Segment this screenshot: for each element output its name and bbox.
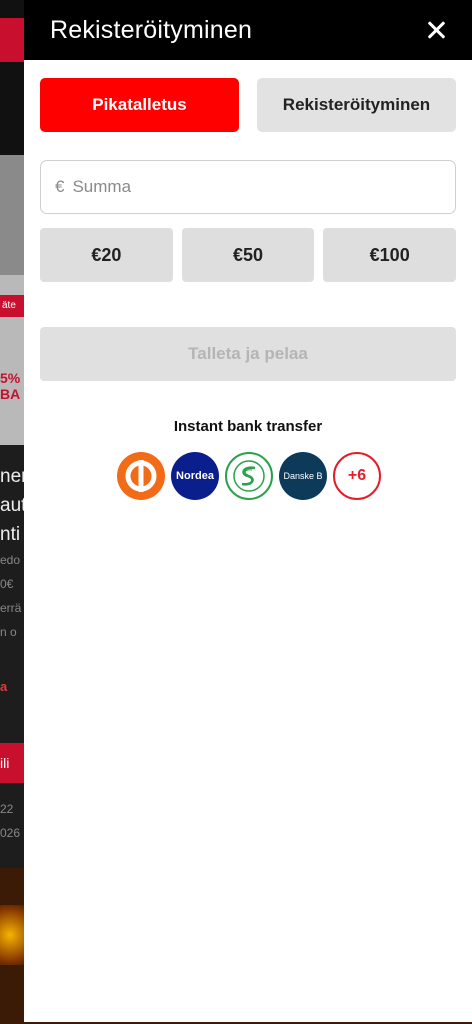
background-meta-2: 22 026: [0, 802, 21, 840]
background-meta: edo 0€ errä n o: [0, 553, 22, 639]
bank-list: Nordea Danske B +6: [24, 452, 472, 500]
s-pankki-icon[interactable]: [225, 452, 273, 500]
preset-100-button[interactable]: €100: [323, 228, 457, 282]
amount-input[interactable]: [72, 177, 413, 197]
drawer-title: Rekisteröityminen: [50, 15, 253, 44]
background-promo-text: 5% BA: [0, 370, 21, 402]
deposit-and-play-button[interactable]: Talleta ja pelaa: [40, 327, 456, 381]
close-icon[interactable]: [422, 16, 450, 44]
op-bank-icon[interactable]: [117, 452, 165, 500]
amount-presets: €20 €50 €100: [24, 214, 472, 282]
registration-drawer: Rekisteröityminen Pikatalletus Rekisterö…: [24, 0, 472, 1022]
amount-field[interactable]: €: [40, 160, 456, 214]
preset-20-button[interactable]: €20: [40, 228, 173, 282]
bank-transfer-label: Instant bank transfer: [173, 418, 323, 435]
drawer-header: Rekisteröityminen: [24, 0, 472, 60]
tab-rekisteroityminen[interactable]: Rekisteröityminen: [257, 78, 456, 132]
nordea-icon[interactable]: Nordea: [171, 452, 219, 500]
drawer-tabs: Pikatalletus Rekisteröityminen: [24, 60, 472, 132]
currency-symbol: €: [55, 177, 65, 196]
more-banks-badge[interactable]: +6: [333, 452, 381, 500]
danske-bank-icon[interactable]: Danske B: [279, 452, 327, 500]
tab-pikatalletus[interactable]: Pikatalletus: [40, 78, 239, 132]
background-link: a: [0, 679, 8, 694]
preset-50-button[interactable]: €50: [181, 228, 315, 282]
